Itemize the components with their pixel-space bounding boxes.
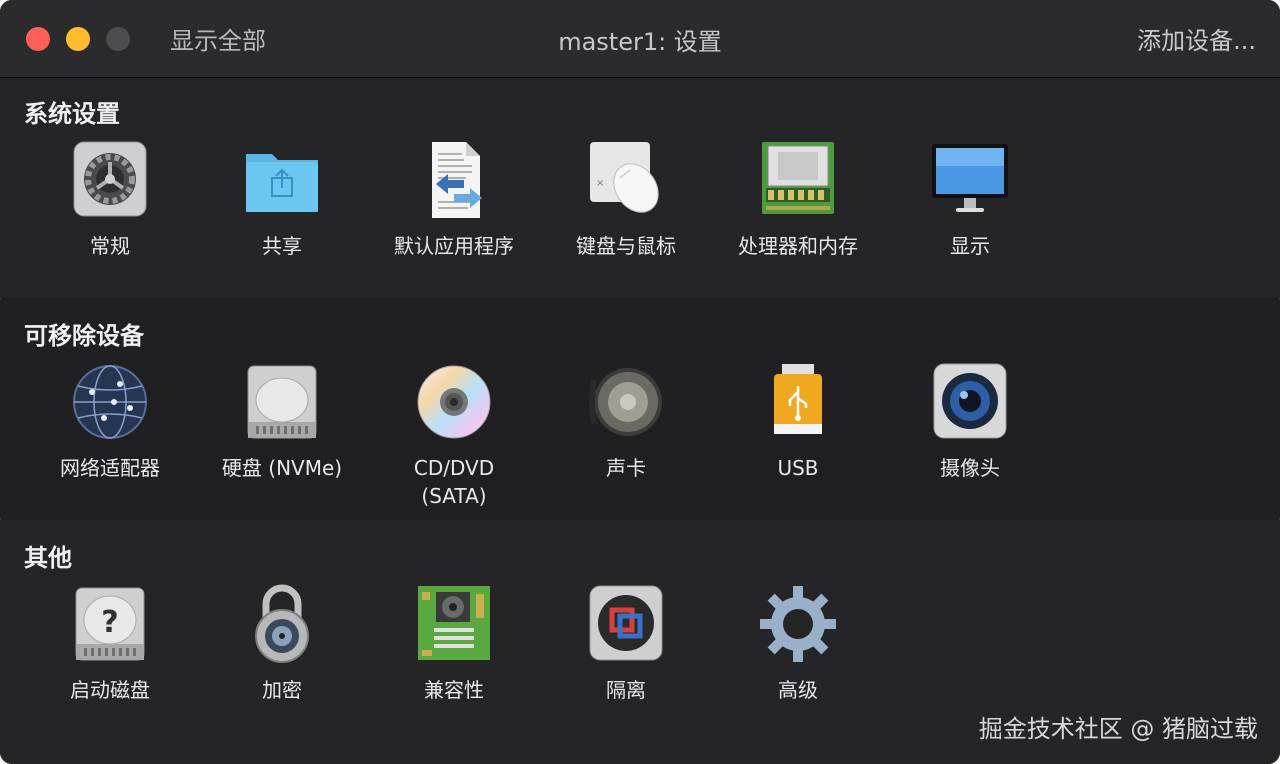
- item-default-apps[interactable]: 默认应用程序: [368, 140, 540, 260]
- item-startup-disk[interactable]: ? 启动磁盘: [24, 584, 196, 704]
- advanced-gear-icon: [758, 584, 838, 664]
- item-label: 启动磁盘: [70, 678, 150, 702]
- section-removable-devices: 可移除设备 网络适配器 硬盘 (NVMe) CD/DVD (SATA) 声卡 U…: [0, 300, 1280, 518]
- speaker-icon: [586, 362, 666, 442]
- hard-disk-icon: [242, 362, 322, 442]
- item-sharing[interactable]: 共享: [196, 140, 368, 260]
- item-label: 硬盘 (NVMe): [221, 456, 343, 480]
- item-label: 默认应用程序: [394, 234, 514, 258]
- usb-drive-icon: [758, 362, 838, 442]
- svg-text:×: ×: [596, 178, 604, 189]
- gear-general-icon: [70, 140, 150, 220]
- watermark: 掘金技术社区 @ 猪脑过载: [978, 715, 1258, 743]
- item-label: 处理器和内存: [738, 234, 858, 258]
- item-sound-card[interactable]: 声卡: [540, 362, 712, 482]
- isolation-icon: [586, 584, 666, 664]
- item-label: 兼容性: [424, 678, 484, 702]
- item-isolation[interactable]: 隔离: [540, 584, 712, 704]
- default-apps-icon: [414, 140, 494, 220]
- title-bar: 显示全部 master1: 设置 添加设备...: [0, 0, 1280, 78]
- item-encryption[interactable]: 加密: [196, 584, 368, 704]
- item-label: CD/DVD (SATA): [413, 456, 495, 508]
- item-general[interactable]: 常规: [24, 140, 196, 260]
- item-cpu-memory[interactable]: 处理器和内存: [712, 140, 884, 260]
- item-cd-dvd[interactable]: CD/DVD (SATA): [368, 362, 540, 510]
- cpu-memory-icon: [758, 140, 838, 220]
- item-label: 高级: [778, 678, 818, 702]
- add-device-button[interactable]: 添加设备...: [1137, 21, 1256, 56]
- keyboard-mouse-icon: ×: [586, 140, 666, 220]
- section-title: 系统设置: [24, 100, 120, 128]
- item-label: 网络适配器: [60, 456, 160, 480]
- padlock-icon: [242, 584, 322, 664]
- item-label: 键盘与鼠标: [576, 234, 676, 258]
- item-label: 共享: [262, 234, 302, 258]
- item-advanced[interactable]: 高级: [712, 584, 884, 704]
- section-system-settings: 系统设置 常规 共享 默认应用程序 × 键盘与鼠标 处理器和内存 显示: [0, 78, 1280, 298]
- item-keyboard-mouse[interactable]: × 键盘与鼠标: [540, 140, 712, 260]
- item-label: USB: [777, 456, 819, 480]
- network-globe-icon: [70, 362, 150, 442]
- window-title: master1: 设置: [558, 28, 722, 56]
- startup-disk-icon: ?: [70, 584, 150, 664]
- item-label: 声卡: [606, 456, 646, 480]
- item-camera[interactable]: 摄像头: [884, 362, 1056, 482]
- item-usb[interactable]: USB: [712, 362, 884, 482]
- item-label: 隔离: [606, 678, 646, 702]
- item-hard-disk[interactable]: 硬盘 (NVMe): [196, 362, 368, 482]
- item-network-adapter[interactable]: 网络适配器: [24, 362, 196, 482]
- motherboard-icon: [414, 584, 494, 664]
- item-compatibility[interactable]: 兼容性: [368, 584, 540, 704]
- display-icon: [930, 140, 1010, 220]
- camera-icon: [930, 362, 1010, 442]
- cd-dvd-icon: [414, 362, 494, 442]
- section-title: 可移除设备: [24, 322, 144, 350]
- item-label: 常规: [90, 234, 130, 258]
- settings-window: 显示全部 master1: 设置 添加设备... 系统设置 常规 共享 默认应用…: [0, 0, 1280, 764]
- shared-folder-icon: [242, 140, 322, 220]
- item-display[interactable]: 显示: [884, 140, 1056, 260]
- section-other: 其他 ? 启动磁盘 加密 兼容性 隔离 高级 掘金技术社区 @ 猪脑过载: [0, 520, 1280, 764]
- section-title: 其他: [24, 544, 72, 572]
- item-label: 显示: [950, 234, 990, 258]
- item-label: 加密: [262, 678, 302, 702]
- item-label: 摄像头: [940, 456, 1000, 480]
- svg-text:?: ?: [101, 605, 118, 640]
